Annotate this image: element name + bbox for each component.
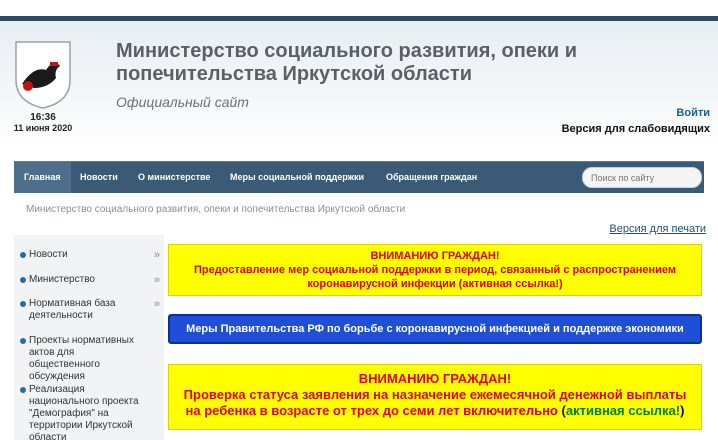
- nav-item-support[interactable]: Меры социальной поддержки: [230, 162, 364, 193]
- sidebar-item-label: Реализация национального проекта "Демогр…: [29, 384, 139, 440]
- sidebar-item-demography[interactable]: Реализация национального проекта "Демогр…: [20, 384, 160, 440]
- notice-text: Проверка статуса заявления на назначение…: [183, 387, 687, 402]
- expand-arrow-icon[interactable]: »: [154, 298, 160, 310]
- site-subtitle: Официальный сайт: [116, 94, 249, 110]
- clock-time: 16:36: [30, 112, 56, 123]
- clock-date: 11 июня 2020: [13, 123, 73, 133]
- paren-close: ): [680, 403, 685, 418]
- notice-text-line: на ребенка в возрасте от трех до семи ле…: [169, 403, 701, 419]
- sidebar-item-label: Министерство: [29, 274, 95, 285]
- sidebar-item-label: Нормативная база деятельности: [29, 298, 116, 321]
- bullet-icon: [20, 277, 26, 283]
- bullet-icon: [20, 301, 26, 307]
- sidebar-item-regulations[interactable]: Нормативная база деятельности »: [20, 298, 160, 322]
- sidebar-item-label: Новости: [29, 249, 68, 260]
- coat-of-arms-icon: [15, 41, 71, 109]
- site-title[interactable]: Министерство социального развития, опеки…: [116, 40, 636, 86]
- sidebar-item-news[interactable]: Новости »: [20, 249, 160, 261]
- active-link[interactable]: активная ссылка!: [566, 403, 680, 418]
- sidebar-item-ministry[interactable]: Министерство »: [20, 274, 160, 286]
- search-input[interactable]: [582, 167, 702, 188]
- main-navbar: Главная Новости О министерстве Меры соци…: [14, 161, 704, 193]
- site-header: 16:36 11 июня 2020 Министерство социальн…: [0, 21, 718, 147]
- notice-text: Меры Правительства РФ по борьбе с корона…: [186, 323, 684, 335]
- login-link[interactable]: Войти: [676, 107, 710, 119]
- sidebar-item-draft-acts[interactable]: Проекты нормативных актов для общественн…: [20, 335, 160, 383]
- low-vision-link[interactable]: Версия для слабовидящих: [562, 123, 710, 135]
- notice-text: коронавирусной инфекции (активная ссылка…: [307, 278, 563, 290]
- notice-text: на ребенка в возрасте от трех до семи ле…: [185, 403, 558, 418]
- nav-item-appeals[interactable]: Обращения граждан: [386, 162, 477, 193]
- print-version-link[interactable]: Версия для печати: [609, 223, 706, 235]
- nav-item-news[interactable]: Новости: [80, 162, 118, 193]
- nav-item-home[interactable]: Главная: [14, 162, 71, 193]
- notice-text: Предоставление мер социальной поддержки …: [193, 264, 677, 276]
- notice-heading: ВНИМАНИЮ ГРАЖДАН!: [358, 371, 512, 386]
- breadcrumb[interactable]: Министерство социального развития, опеки…: [26, 204, 405, 215]
- notice-payment-status-link[interactable]: ВНИМАНИЮ ГРАЖДАН! Проверка статуса заявл…: [168, 364, 702, 430]
- bullet-icon: [20, 338, 26, 344]
- expand-arrow-icon[interactable]: »: [154, 274, 160, 286]
- sidebar: Новости » Министерство » Нормативная баз…: [14, 235, 164, 440]
- notice-government-measures-link[interactable]: Меры Правительства РФ по борьбе с корона…: [168, 314, 702, 344]
- bullet-icon: [20, 252, 26, 258]
- notice-covid-support-link[interactable]: ВНИМАНИЮ ГРАЖДАН! Предоставление мер соц…: [168, 244, 702, 296]
- notice-heading: ВНИМАНИЮ ГРАЖДАН!: [370, 250, 500, 262]
- bullet-icon: [20, 387, 26, 393]
- nav-item-ministry[interactable]: О министерстве: [138, 162, 210, 193]
- sidebar-item-label: Проекты нормативных актов для общественн…: [29, 335, 134, 382]
- expand-arrow-icon[interactable]: »: [154, 249, 160, 261]
